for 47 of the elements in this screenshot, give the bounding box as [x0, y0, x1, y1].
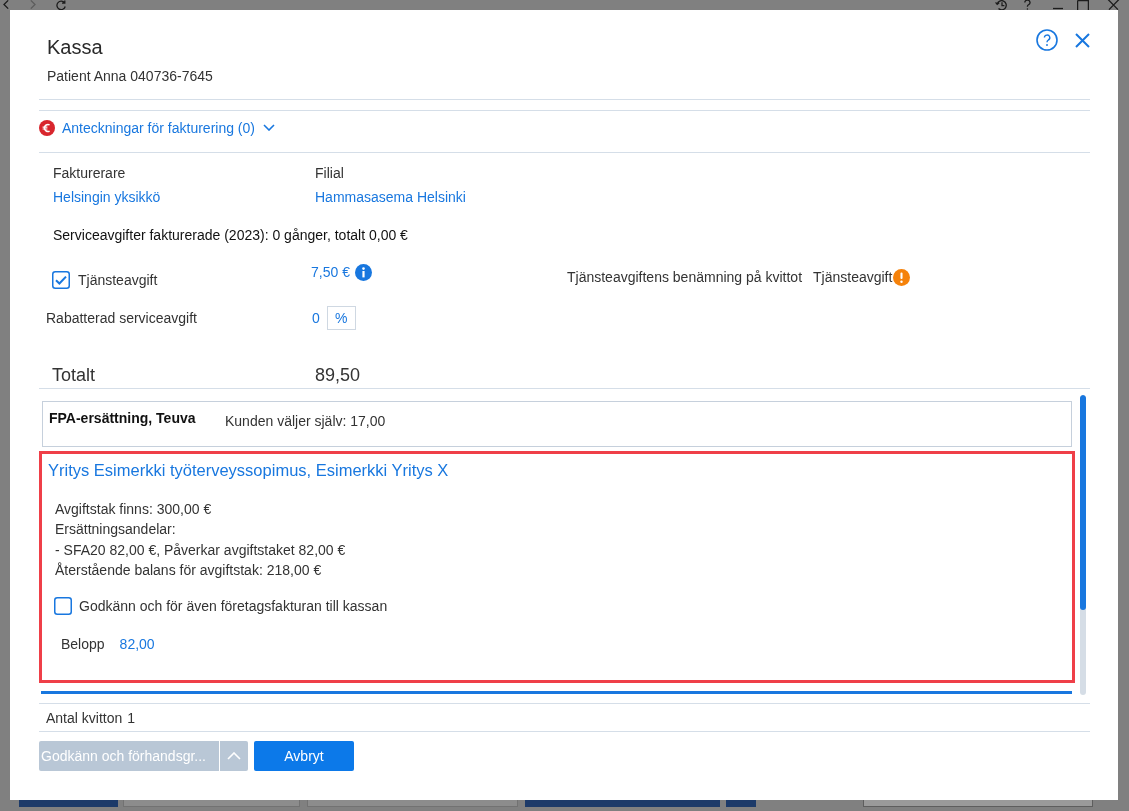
- contract-info-line: Avgiftstak finns: 300,00 €: [55, 501, 212, 517]
- service-fee-amount[interactable]: 7,50 €: [311, 264, 350, 280]
- help-icon[interactable]: [1024, 0, 1031, 10]
- biller-label: Fakturerare: [53, 164, 127, 183]
- unit-toggle-button[interactable]: %: [326, 306, 356, 330]
- amount-label: Belopp: [61, 635, 105, 655]
- payer-name: FPA-ersättning, Teuva: [49, 409, 197, 428]
- checkbox[interactable]: [54, 597, 72, 616]
- receipt-name-value: Tjänsteavgift: [813, 269, 893, 285]
- biller-link[interactable]: Helsingin yksikkö: [53, 187, 315, 207]
- primary-button[interactable]: Avbryt: [254, 741, 354, 771]
- checkbox[interactable]: [52, 271, 70, 289]
- total-value: 89,50: [315, 364, 361, 386]
- dimmed-background-strip: [726, 800, 756, 807]
- dialog-title: Kassa: [47, 35, 104, 60]
- close-icon[interactable]: [1107, 0, 1120, 10]
- close-icon[interactable]: [1075, 32, 1090, 48]
- amount-value[interactable]: 82,00: [119, 634, 155, 655]
- contract-title-link[interactable]: Yritys Esimerkki työterveyssopimus, Esimerkki Yritys X: [48, 461, 449, 479]
- warning-icon: [893, 268, 911, 286]
- euro-icon: [39, 119, 55, 136]
- contract-info-line: Ersättningsandelar:: [55, 521, 176, 538]
- receipts-count: 1: [127, 709, 136, 726]
- discount-label: Rabatterad serviceavgift: [45, 310, 198, 326]
- checkbox-label: Tjänsteavgift: [78, 271, 158, 290]
- branch-link[interactable]: Hammasasema Helsinki: [315, 187, 466, 207]
- fees-summary: Serviceavgifter fakturerade (2023): 0 gånger, totalt 0,00 €: [53, 227, 408, 243]
- scrollbar[interactable]: [1080, 395, 1086, 695]
- chevron-down-icon[interactable]: [263, 124, 275, 131]
- reload-icon[interactable]: [56, 0, 66, 10]
- help-icon[interactable]: [1036, 29, 1058, 51]
- patient-info: Patient Anna 040736-7645: [47, 67, 213, 86]
- contract-info-line: Återstående balans för avgiftstak: 218,00 €: [55, 561, 322, 578]
- payer-detail: Kunden väljer själv: 17,00: [225, 412, 386, 431]
- checkbox-label: Godkänn och för även företagsfakturan till kassan: [79, 597, 388, 617]
- contract-info-line: - SFA20 82,00 €, Påverkar avgiftstaket 82,00 €: [55, 541, 346, 558]
- chevron-up-icon: [227, 752, 241, 760]
- history-icon[interactable]: [995, 0, 1008, 10]
- info-icon[interactable]: [354, 263, 372, 281]
- branch-label: Filial: [315, 164, 345, 183]
- scrollbar-thumb[interactable]: [1080, 395, 1086, 610]
- maximize-icon[interactable]: [1077, 0, 1089, 10]
- total-label: Totalt: [51, 364, 97, 386]
- billing-notes-link[interactable]: Anteckningar för fakturering (0): [62, 117, 255, 138]
- receipt-name-label: Tjänsteavgiftens benämning på kvittot: [567, 269, 803, 285]
- discount-value[interactable]: 0: [312, 310, 320, 326]
- receipts-label: Antal kvitton: [46, 709, 123, 726]
